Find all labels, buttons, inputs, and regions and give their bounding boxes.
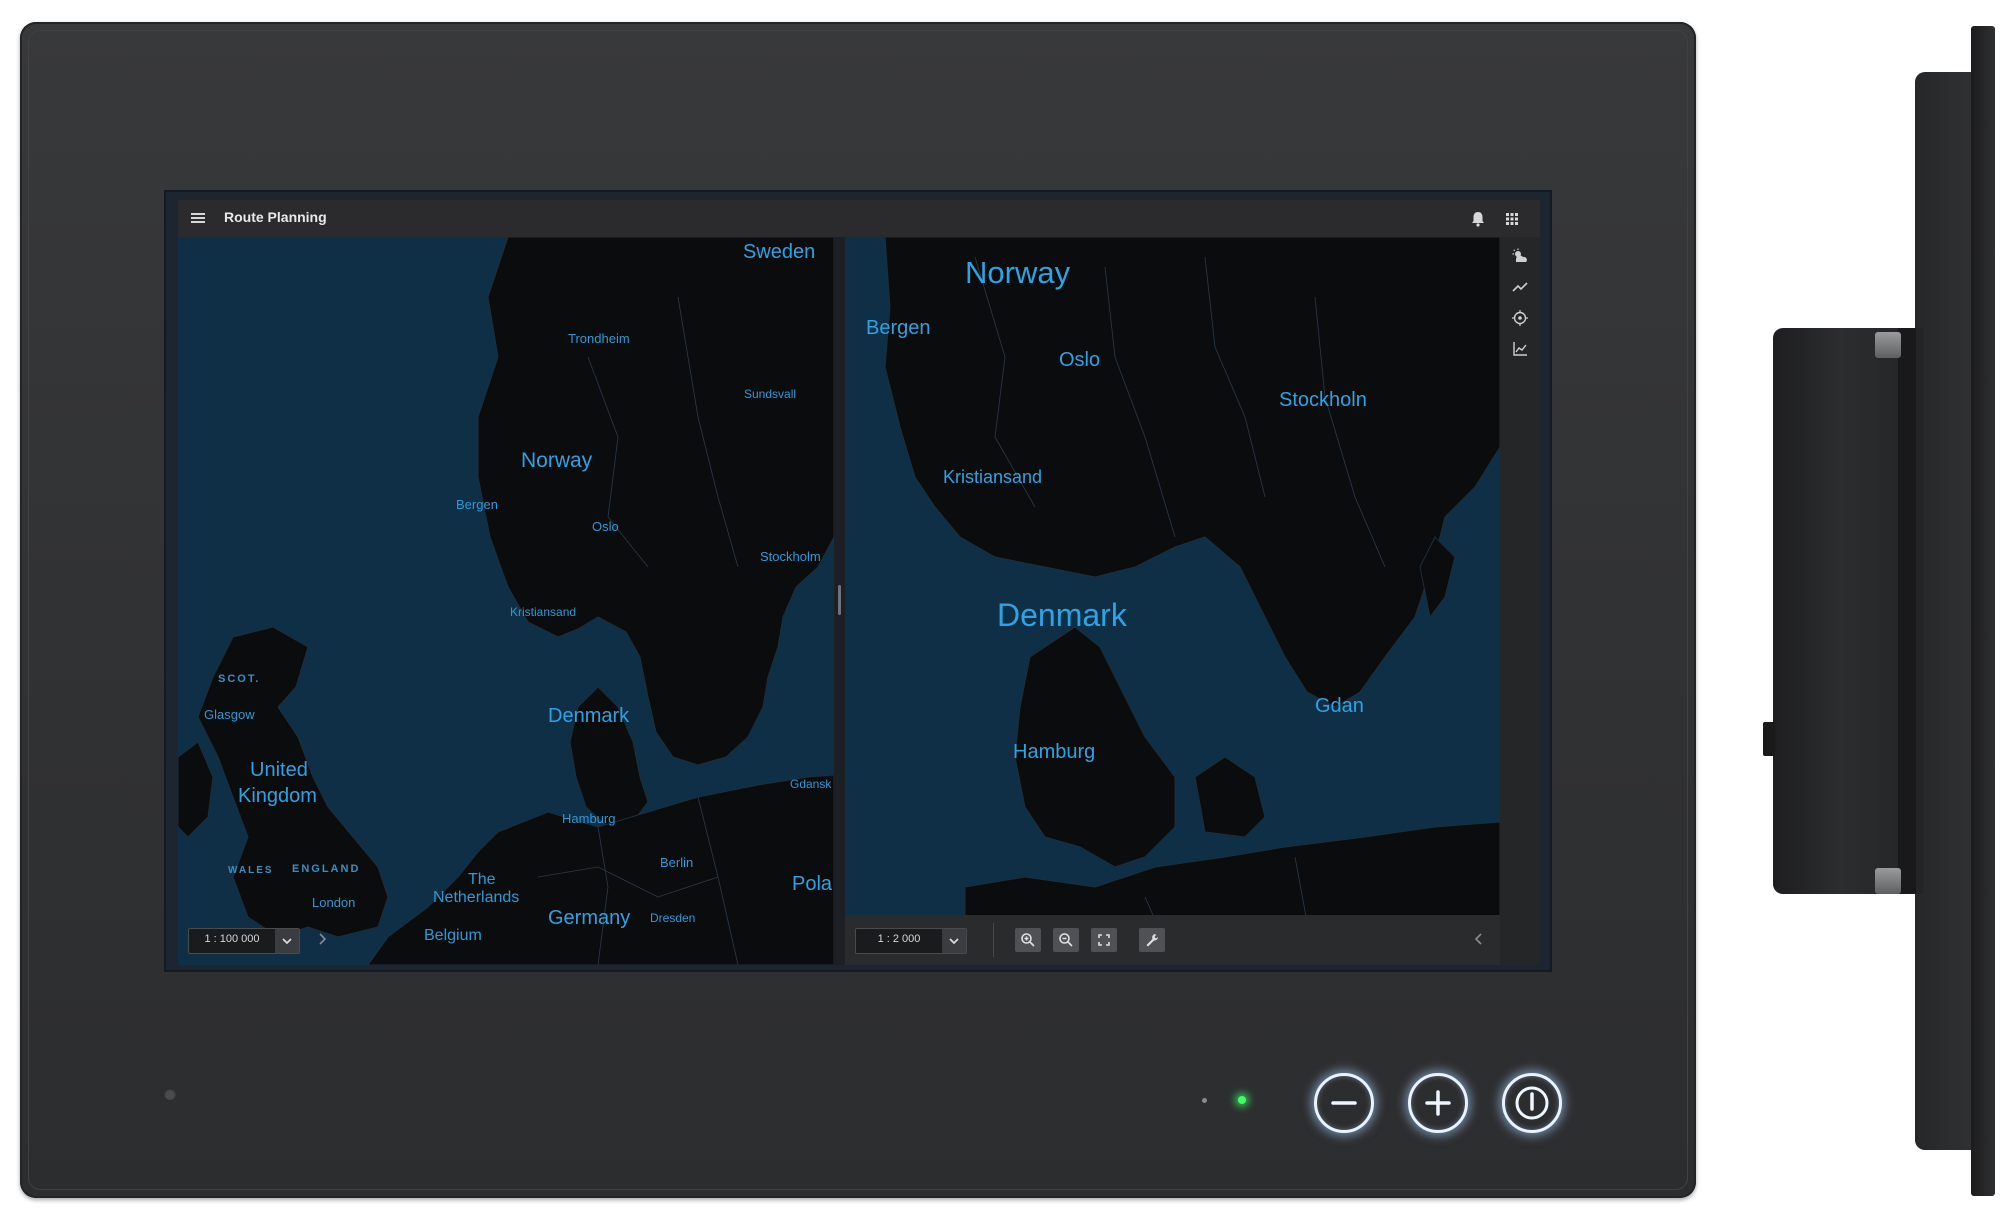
power-button[interactable] [1502, 1073, 1562, 1133]
chevron-down-icon[interactable] [275, 929, 299, 953]
map-pane-left[interactable]: Sweden Trondheim Sundsvall Norway Bergen… [178, 237, 834, 965]
chevron-left-icon[interactable] [1473, 931, 1485, 951]
map-label-sundsvall: Sundsvall [744, 387, 797, 401]
map-label-hamburg: Hamburg [562, 811, 616, 826]
pane-divider[interactable] [834, 237, 845, 965]
ambient-light-sensor [164, 1088, 176, 1100]
right-scale-select[interactable]: 1 : 2 000 [855, 928, 967, 954]
map-label-england: ENGLAND [292, 863, 361, 875]
map-label-denmark: Denmark [997, 597, 1127, 633]
zoom-out-icon[interactable] [1053, 928, 1079, 952]
brightness-plus-button[interactable] [1408, 1073, 1468, 1133]
map-label-norway: Norway [521, 449, 593, 472]
wrench-icon[interactable] [1139, 928, 1165, 952]
map-label-oslo: Oslo [592, 519, 619, 534]
map-label-glasgow: Glasgow [204, 707, 255, 722]
device-side-housing [1915, 72, 1973, 1150]
brightness-minus-button[interactable] [1314, 1073, 1374, 1133]
map-pane-right[interactable]: Norway Bergen Oslo Stockholn Kristiansan… [845, 237, 1500, 965]
map-label-poland: Pola [792, 873, 833, 895]
trend-icon[interactable] [1510, 277, 1530, 297]
fit-screen-icon[interactable] [1091, 928, 1117, 952]
left-map-toolbar: 1 : 100 000 [178, 915, 348, 965]
map-label-oslo: Oslo [1059, 349, 1101, 371]
map-label-netherlands: Netherlands [433, 889, 520, 906]
map-landmass-left [178, 237, 834, 965]
mounting-screw [1875, 868, 1901, 894]
map-label-wales: WALES [228, 865, 274, 876]
map-label-london: London [312, 895, 356, 910]
left-scale-select[interactable]: 1 : 100 000 [188, 928, 300, 954]
map-label-the: The [468, 871, 496, 888]
mounting-screw [1875, 332, 1901, 358]
map-label-united: United [250, 759, 308, 781]
map-label-norway: Norway [965, 255, 1071, 290]
map-label-germany: Germany [548, 907, 631, 929]
device-side-enclosure-edge [1898, 328, 1916, 894]
apps-grid-icon[interactable] [1502, 209, 1522, 229]
status-led-green [1238, 1096, 1246, 1104]
map-label-gdansk: Gdansk [790, 777, 832, 791]
map-label-berlin: Berlin [660, 855, 694, 870]
chevron-down-icon[interactable] [942, 929, 966, 953]
map-label-bergen: Bergen [456, 497, 498, 512]
zoom-in-icon[interactable] [1015, 928, 1041, 952]
map-label-kristiansand: Kristiansand [510, 605, 577, 619]
map-label-kingdom: Kingdom [238, 785, 317, 807]
bell-icon[interactable] [1468, 209, 1488, 229]
right-scale-value: 1 : 2 000 [877, 933, 921, 945]
right-map-toolbar: 1 : 2 000 [845, 915, 1500, 965]
chevron-right-icon[interactable] [316, 931, 328, 951]
chart-icon[interactable] [1510, 339, 1530, 359]
map-label-denmark: Denmark [548, 705, 630, 727]
app-header: Route Planning [178, 200, 1540, 238]
divider-grip[interactable] [838, 585, 841, 615]
map-label-hamburg: Hamburg [1013, 741, 1096, 763]
map-landmass-right [884, 237, 1500, 965]
target-icon[interactable] [1510, 308, 1530, 328]
app-title: Route Planning [224, 209, 327, 225]
map-label-scotland: SCOT. [218, 673, 261, 685]
menu-icon[interactable] [191, 213, 205, 224]
map-label-belgium: Belgium [424, 927, 482, 944]
tool-rail [1500, 237, 1540, 965]
map-label-stockholm: Stockholn [1279, 389, 1367, 411]
map-label-dresden: Dresden [650, 911, 696, 925]
map-label-stockholm: Stockholm [760, 549, 821, 564]
device-side-bezel [1971, 26, 1995, 1196]
map-label-sweden: Sweden [743, 241, 816, 263]
map-label-bergen: Bergen [866, 317, 931, 339]
weather-icon[interactable] [1510, 247, 1530, 267]
left-scale-value: 1 : 100 000 [204, 933, 260, 945]
display-screen: Route Planning Sweden Trondheim Sundsval… [178, 200, 1540, 965]
map-label-kristiansand: Kristiansand [943, 467, 1043, 487]
map-label-trondheim: Trondheim [568, 331, 630, 346]
side-port [1763, 722, 1775, 756]
status-led-off [1202, 1098, 1207, 1103]
map-label-gdansk: Gdan [1315, 695, 1364, 717]
toolbar-separator [993, 923, 994, 957]
